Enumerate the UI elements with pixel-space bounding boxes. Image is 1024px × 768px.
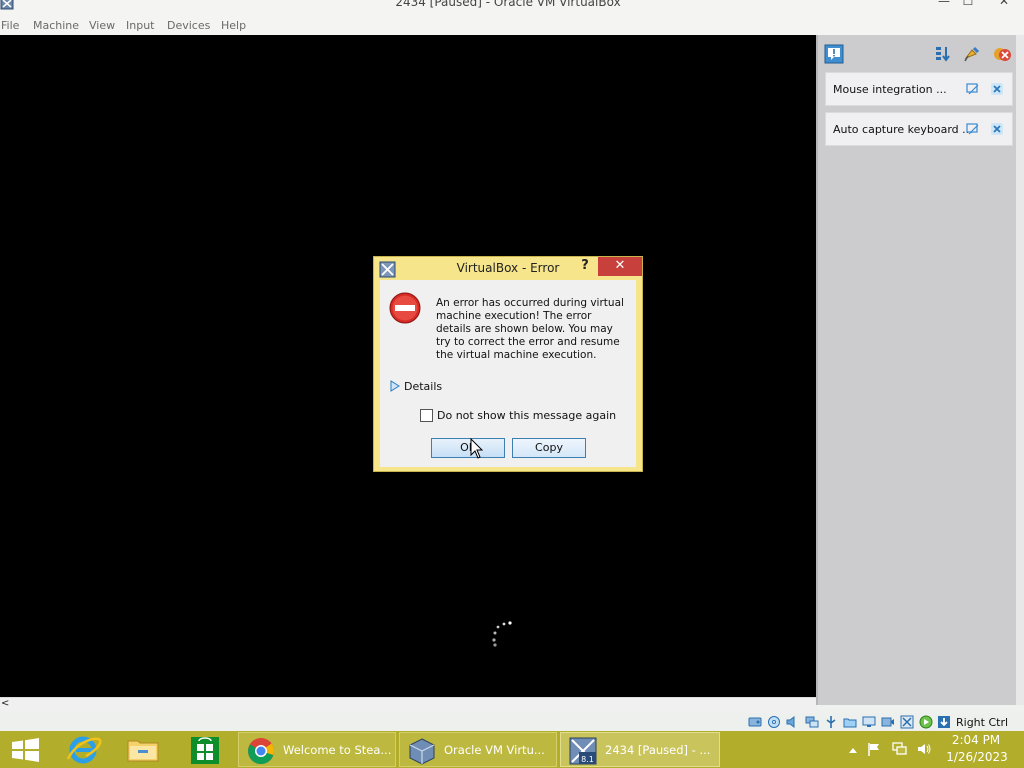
mouse-integration-icon[interactable] bbox=[919, 715, 933, 729]
ok-button[interactable]: OK bbox=[431, 438, 505, 458]
taskbar-virtualbox-manager[interactable]: Oracle VM Virtu... bbox=[399, 732, 557, 767]
expand-triangle-icon bbox=[390, 380, 400, 392]
toggle-pin-icon[interactable] bbox=[962, 44, 982, 64]
keyboard-capture-icon[interactable] bbox=[937, 715, 951, 729]
notification-auto-capture-keyboard[interactable]: Auto capture keyboard ... bbox=[825, 112, 1013, 146]
menu-machine[interactable]: Machine bbox=[33, 19, 79, 32]
scroll-left-arrow-icon[interactable]: < bbox=[1, 698, 9, 709]
vm-version-badge: 8.1 bbox=[581, 755, 594, 764]
video-capture-icon[interactable] bbox=[881, 715, 895, 729]
delete-all-notifications-icon[interactable] bbox=[992, 44, 1012, 64]
taskbar: Welcome to Stea... Oracle VM Virtu... 8.… bbox=[0, 731, 1024, 768]
taskbar-task-label: Welcome to Stea... bbox=[283, 743, 392, 757]
notification-text: Mouse integration ... bbox=[833, 83, 947, 96]
error-icon bbox=[389, 292, 421, 324]
vm-icon: 8.1 bbox=[569, 737, 597, 765]
notification-center-icon[interactable] bbox=[824, 44, 844, 64]
error-message: An error has occurred during virtual mac… bbox=[436, 297, 624, 361]
virtualbox-icon bbox=[409, 738, 435, 765]
dialog-body: An error has occurred during virtual mac… bbox=[380, 280, 636, 467]
shared-folders-icon[interactable] bbox=[843, 715, 857, 729]
mouse-cursor-icon bbox=[470, 438, 484, 459]
vm-status-bar: Right Ctrl bbox=[0, 713, 1024, 731]
virtualization-icon[interactable] bbox=[900, 715, 914, 729]
loading-spinner-icon bbox=[492, 621, 512, 647]
notification-close-icon[interactable] bbox=[990, 82, 1004, 96]
action-center-flag-icon[interactable] bbox=[866, 741, 882, 757]
optical-drive-icon[interactable] bbox=[767, 715, 781, 729]
notification-toolbar bbox=[818, 35, 1018, 71]
windows-store-icon[interactable] bbox=[176, 732, 234, 767]
network-tray-icon[interactable] bbox=[891, 741, 907, 757]
menu-file[interactable]: File bbox=[1, 19, 19, 32]
sort-notifications-icon[interactable] bbox=[933, 44, 953, 64]
taskbar-vm-window[interactable]: 8.1 2434 [Paused] - ... bbox=[560, 732, 720, 767]
taskbar-task-label: 2434 [Paused] - ... bbox=[605, 743, 711, 757]
notification-close-icon[interactable] bbox=[990, 122, 1004, 136]
details-label: Details bbox=[404, 380, 443, 393]
taskbar-chrome-window[interactable]: Welcome to Stea... bbox=[238, 732, 396, 767]
maximize-button[interactable]: ☐ bbox=[954, 0, 982, 8]
menu-help[interactable]: Help bbox=[221, 19, 246, 32]
usb-icon[interactable] bbox=[824, 715, 838, 729]
notification-toggle-icon[interactable] bbox=[966, 82, 980, 96]
chrome-icon bbox=[248, 738, 274, 765]
notification-center-panel: Mouse integration ... Auto capture keybo… bbox=[816, 35, 1016, 705]
horizontal-scrollbar[interactable]: < bbox=[0, 697, 816, 713]
file-explorer-icon[interactable] bbox=[114, 732, 172, 767]
menu-bar: File Machine View Input Devices Help bbox=[0, 18, 1024, 35]
volume-icon[interactable] bbox=[916, 741, 932, 757]
menu-input[interactable]: Input bbox=[126, 19, 154, 32]
start-windows-icon[interactable] bbox=[0, 732, 58, 767]
window-title: 2434 [Paused] - Oracle VM VirtualBox bbox=[395, 0, 621, 9]
vertical-scrollbar[interactable] bbox=[1016, 35, 1024, 705]
audio-icon[interactable] bbox=[785, 715, 799, 729]
notification-mouse-integration[interactable]: Mouse integration ... bbox=[825, 72, 1013, 106]
copy-button[interactable]: Copy bbox=[512, 438, 586, 458]
error-dialog: VirtualBox - Error ? ✕ An error has occu… bbox=[373, 256, 643, 472]
clock-date[interactable]: 1/26/2023 bbox=[940, 750, 1014, 764]
menu-devices[interactable]: Devices bbox=[167, 19, 210, 32]
host-key-label: Right Ctrl bbox=[956, 716, 1009, 729]
dialog-help-button[interactable]: ? bbox=[578, 258, 592, 274]
notification-toggle-icon[interactable] bbox=[966, 122, 980, 136]
window-title-bar: 2434 [Paused] - Oracle VM VirtualBox — ☐… bbox=[0, 0, 1024, 18]
close-window-button[interactable]: ✕ bbox=[990, 0, 1018, 8]
notification-text: Auto capture keyboard ... bbox=[833, 123, 973, 136]
dialog-close-button[interactable]: ✕ bbox=[598, 257, 642, 276]
hard-disk-icon[interactable] bbox=[748, 715, 762, 729]
dont-show-again-label: Do not show this message again bbox=[437, 409, 617, 422]
clock-time[interactable]: 2:04 PM bbox=[946, 733, 1006, 747]
show-hidden-icons-icon[interactable] bbox=[845, 742, 861, 758]
display-icon[interactable] bbox=[862, 715, 876, 729]
taskbar-task-label: Oracle VM Virtu... bbox=[444, 743, 545, 757]
network-icon[interactable] bbox=[805, 715, 819, 729]
menu-view[interactable]: View bbox=[89, 19, 115, 32]
dont-show-again-checkbox[interactable] bbox=[420, 409, 433, 422]
internet-explorer-icon[interactable] bbox=[56, 732, 114, 767]
